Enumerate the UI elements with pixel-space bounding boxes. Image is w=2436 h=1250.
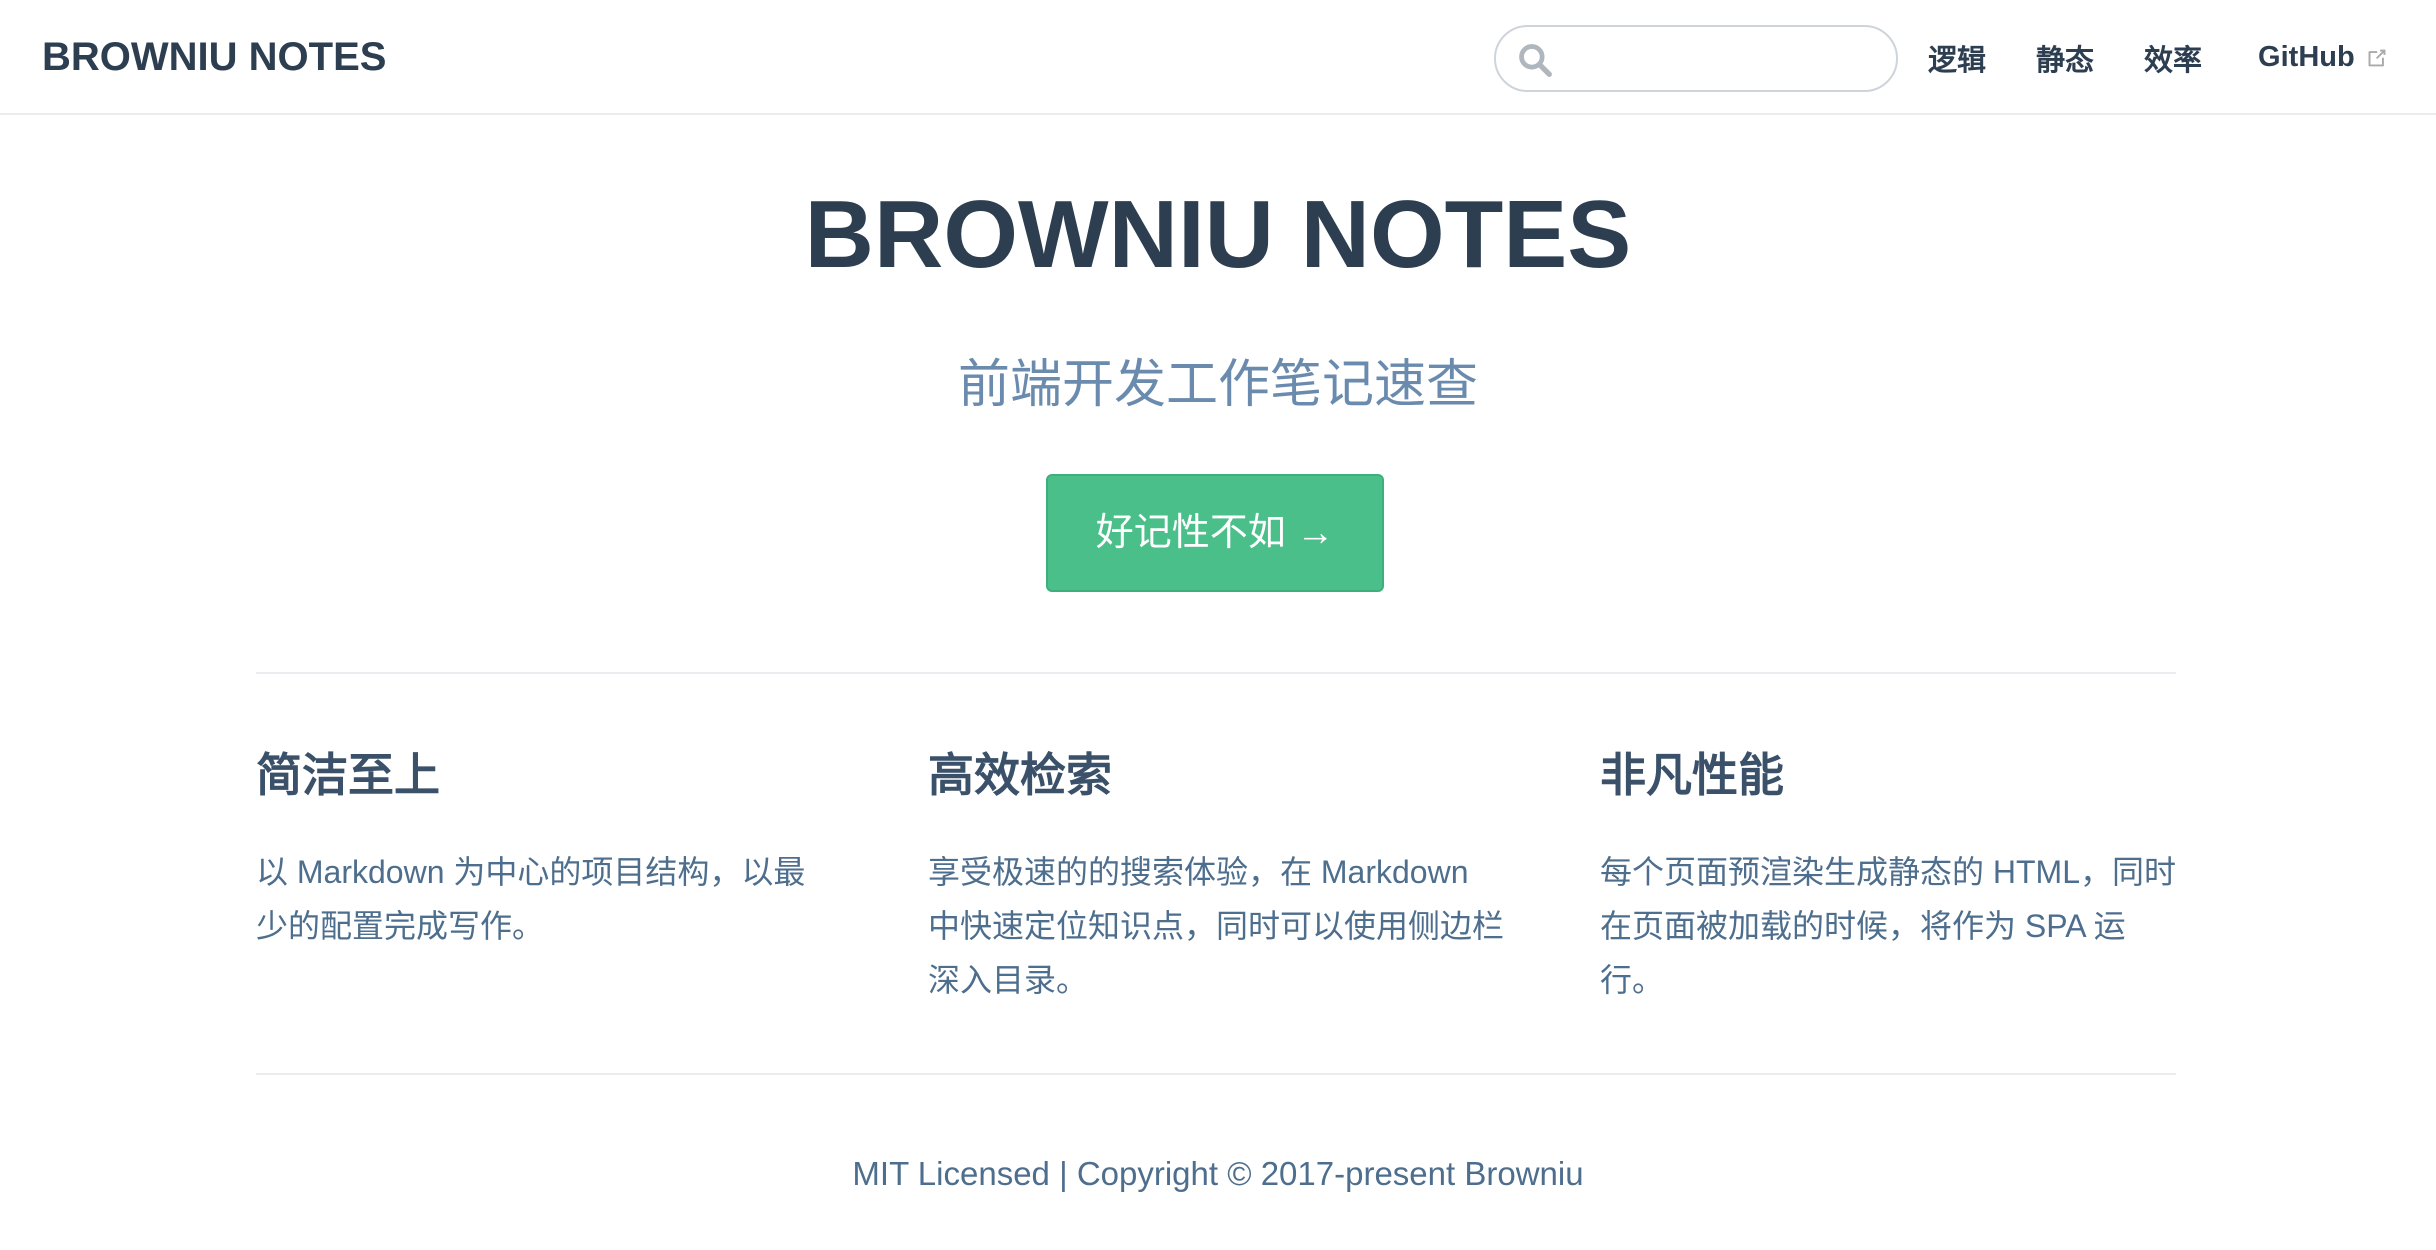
footer: MIT Licensed | Copyright © 2017-present … xyxy=(852,1155,1584,1192)
search-input[interactable] xyxy=(1562,37,1882,81)
nav-link-logic[interactable]: 逻辑 xyxy=(1928,37,1986,79)
nav-link-efficiency[interactable]: 效率 xyxy=(2144,37,2202,79)
navbar: BROWNIU NOTES 逻辑 静态 效率 GitHub xyxy=(0,0,2436,115)
hero-description: 前端开发工作笔记速查 xyxy=(957,356,1478,414)
feature-title: 非凡性能 xyxy=(1600,749,1784,801)
feature-details: 以 Markdown 为中心的项目结构，以最少的配置完成写作。 xyxy=(256,854,806,944)
external-link-icon xyxy=(2368,49,2386,66)
feature-title: 简洁至上 xyxy=(256,749,440,801)
nav-link-github-label: GitHub xyxy=(2258,41,2355,73)
footer-divider xyxy=(256,1073,2176,1075)
feature-details: 每个页面预渲染生成静态的 HTML，同时在页面被加载的时候，将作为 SPA 运行… xyxy=(1600,854,2177,998)
search-box[interactable] xyxy=(1494,25,1898,92)
nav-link-static[interactable]: 静态 xyxy=(2036,37,2094,79)
nav-links: 逻辑 静态 效率 GitHub xyxy=(1928,0,2389,115)
site-name-link[interactable]: BROWNIU NOTES xyxy=(42,0,386,115)
hero-title: BROWNIU NOTES xyxy=(804,181,1632,288)
feature-card: 非凡性能 每个页面预渲染生成静态的 HTML，同时在页面被加载的时候，将作为 S… xyxy=(1600,745,2180,1007)
nav-link-github[interactable]: GitHub xyxy=(2258,41,2389,74)
feature-title: 高效检索 xyxy=(928,749,1112,801)
feature-details: 享受极速的的搜索体验，在 Markdown 中快速定位知识点，同时可以使用侧边栏… xyxy=(928,854,1505,998)
search-icon xyxy=(1519,44,1552,77)
hero-action-button[interactable]: 好记性不如 → xyxy=(1046,474,1384,592)
features-top-divider xyxy=(256,672,2176,674)
feature-card: 简洁至上 以 Markdown 为中心的项目结构，以最少的配置完成写作。 xyxy=(256,745,836,953)
feature-card: 高效检索 享受极速的的搜索体验，在 Markdown 中快速定位知识点，同时可以… xyxy=(928,745,1508,1007)
